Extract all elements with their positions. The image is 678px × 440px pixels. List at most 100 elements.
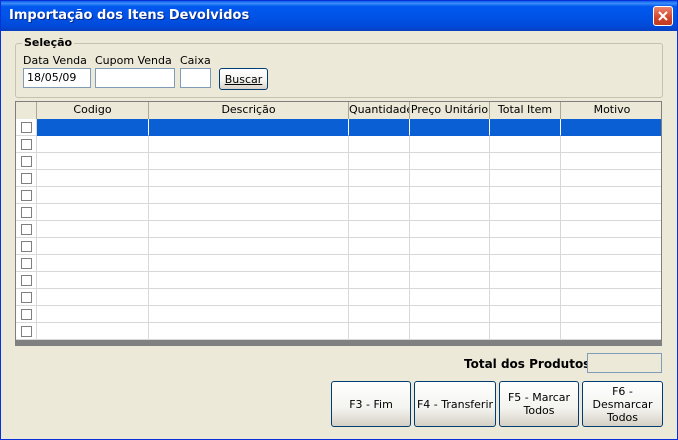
table-cell[interactable] (561, 187, 661, 204)
table-row[interactable] (16, 289, 661, 306)
table-cell[interactable] (149, 204, 349, 221)
header-descricao[interactable]: Descrição (149, 102, 349, 119)
table-cell[interactable] (410, 221, 490, 238)
row-check-cell[interactable] (16, 119, 37, 136)
table-cell[interactable] (37, 119, 149, 136)
table-row[interactable] (16, 323, 661, 340)
row-check-cell[interactable] (16, 289, 37, 306)
table-cell[interactable] (37, 255, 149, 272)
row-checkbox[interactable] (21, 122, 32, 133)
table-cell[interactable] (561, 136, 661, 153)
row-check-cell[interactable] (16, 323, 37, 340)
table-cell[interactable] (149, 255, 349, 272)
table-row[interactable] (16, 272, 661, 289)
table-cell[interactable] (37, 306, 149, 323)
table-cell[interactable] (149, 136, 349, 153)
row-check-cell[interactable] (16, 153, 37, 170)
table-cell[interactable] (37, 289, 149, 306)
search-button[interactable]: Buscar (219, 68, 268, 90)
table-cell[interactable] (349, 238, 410, 255)
table-cell[interactable] (561, 306, 661, 323)
table-cell[interactable] (410, 289, 490, 306)
table-row[interactable] (16, 204, 661, 221)
table-cell[interactable] (349, 255, 410, 272)
table-cell[interactable] (490, 119, 561, 136)
table-row[interactable] (16, 306, 661, 323)
header-quantidade[interactable]: Quantidade (349, 102, 410, 119)
table-cell[interactable] (490, 204, 561, 221)
row-check-cell[interactable] (16, 187, 37, 204)
table-cell[interactable] (149, 153, 349, 170)
table-cell[interactable] (410, 306, 490, 323)
row-checkbox[interactable] (21, 224, 32, 235)
table-cell[interactable] (149, 221, 349, 238)
table-cell[interactable] (410, 119, 490, 136)
row-checkbox[interactable] (21, 139, 32, 150)
table-cell[interactable] (490, 153, 561, 170)
row-checkbox[interactable] (21, 292, 32, 303)
header-motivo[interactable]: Motivo (561, 102, 661, 119)
f6-unselect-all-button[interactable]: F6 - Desmarcar Todos (582, 381, 663, 427)
table-cell[interactable] (490, 187, 561, 204)
row-checkbox[interactable] (21, 326, 32, 337)
table-row[interactable] (16, 255, 661, 272)
table-cell[interactable] (349, 136, 410, 153)
table-cell[interactable] (410, 238, 490, 255)
row-checkbox[interactable] (21, 258, 32, 269)
table-cell[interactable] (349, 289, 410, 306)
table-cell[interactable] (349, 170, 410, 187)
table-cell[interactable] (490, 323, 561, 340)
table-cell[interactable] (561, 204, 661, 221)
table-cell[interactable] (561, 272, 661, 289)
table-cell[interactable] (149, 119, 349, 136)
table-cell[interactable] (561, 255, 661, 272)
row-checkbox[interactable] (21, 241, 32, 252)
table-cell[interactable] (490, 306, 561, 323)
table-cell[interactable] (561, 221, 661, 238)
table-cell[interactable] (149, 187, 349, 204)
table-cell[interactable] (37, 136, 149, 153)
table-cell[interactable] (37, 238, 149, 255)
table-cell[interactable] (149, 289, 349, 306)
row-check-cell[interactable] (16, 136, 37, 153)
table-cell[interactable] (349, 323, 410, 340)
table-cell[interactable] (37, 221, 149, 238)
register-input[interactable] (180, 68, 211, 88)
table-cell[interactable] (490, 289, 561, 306)
table-cell[interactable] (37, 187, 149, 204)
table-row[interactable] (16, 170, 661, 187)
header-total-item[interactable]: Total Item (490, 102, 561, 119)
table-cell[interactable] (149, 306, 349, 323)
table-cell[interactable] (37, 204, 149, 221)
table-row[interactable] (16, 238, 661, 255)
table-cell[interactable] (37, 323, 149, 340)
table-cell[interactable] (349, 187, 410, 204)
table-cell[interactable] (349, 306, 410, 323)
table-cell[interactable] (37, 170, 149, 187)
table-cell[interactable] (349, 272, 410, 289)
date-input[interactable]: 18/05/09 (23, 68, 91, 88)
row-checkbox[interactable] (21, 190, 32, 201)
row-check-cell[interactable] (16, 221, 37, 238)
table-cell[interactable] (349, 119, 410, 136)
table-row[interactable] (16, 153, 661, 170)
table-row[interactable] (16, 187, 661, 204)
table-cell[interactable] (410, 272, 490, 289)
row-check-cell[interactable] (16, 170, 37, 187)
row-checkbox[interactable] (21, 275, 32, 286)
row-check-cell[interactable] (16, 306, 37, 323)
row-checkbox[interactable] (21, 309, 32, 320)
row-check-cell[interactable] (16, 255, 37, 272)
grid-scrollbar[interactable] (15, 340, 662, 346)
table-cell[interactable] (490, 255, 561, 272)
table-cell[interactable] (490, 170, 561, 187)
table-cell[interactable] (349, 221, 410, 238)
table-cell[interactable] (149, 170, 349, 187)
table-cell[interactable] (349, 153, 410, 170)
table-cell[interactable] (149, 238, 349, 255)
table-cell[interactable] (349, 204, 410, 221)
table-cell[interactable] (490, 272, 561, 289)
table-cell[interactable] (410, 255, 490, 272)
row-checkbox[interactable] (21, 173, 32, 184)
title-bar[interactable]: Importação dos Itens Devolvidos (1, 1, 677, 31)
